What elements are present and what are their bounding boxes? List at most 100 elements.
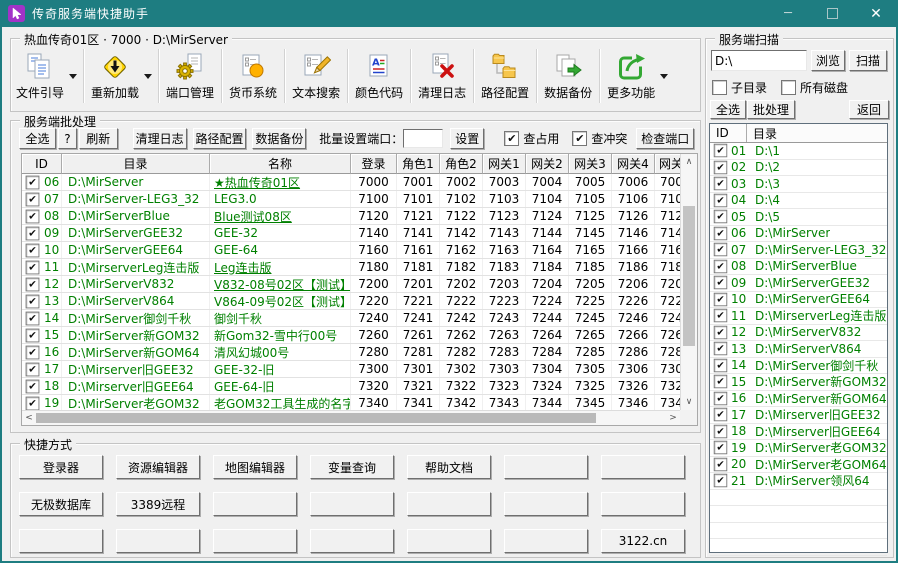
table-row[interactable]: ✔14D:\MirServer御剑千秋御剑千秋72407241724272437… <box>22 310 680 327</box>
row-checkbox[interactable]: ✔ <box>26 294 40 308</box>
scroll-right-icon[interactable]: > <box>668 411 678 425</box>
toolbar-button-backup[interactable]: 数据备份 <box>541 47 595 105</box>
table-row[interactable]: ✔17D:\Mirserver旧GEE32GEE-32-旧73007301730… <box>22 361 680 378</box>
shortcut-button-r1c4[interactable]: 变量查询 <box>310 455 394 479</box>
scroll-left-icon[interactable]: < <box>24 411 34 425</box>
all-disks-checkbox[interactable]: 所有磁盘 <box>781 79 848 96</box>
scan-list-item[interactable]: ✔15D:\MirServer新GOM32 <box>710 374 887 391</box>
row-checkbox[interactable]: ✔ <box>26 175 40 189</box>
vertical-scroll-thumb[interactable] <box>683 206 695 346</box>
row-checkbox[interactable]: ✔ <box>714 161 728 175</box>
row-checkbox[interactable]: ✔ <box>714 210 728 224</box>
row-checkbox[interactable]: ✔ <box>26 243 40 257</box>
table-row[interactable]: ✔15D:\MirServer新GOM32新Gom32-雪中行00号726072… <box>22 327 680 344</box>
check-conflict-checkbox[interactable]: ✔ 查冲突 <box>572 130 627 147</box>
row-checkbox[interactable]: ✔ <box>714 425 728 439</box>
shortcut-button-r3c3[interactable] <box>213 529 297 553</box>
toolbar-button-port-manage[interactable]: 端口管理 <box>163 47 217 105</box>
row-checkbox[interactable]: ✔ <box>714 144 728 158</box>
row-checkbox[interactable]: ✔ <box>714 276 728 290</box>
row-checkbox[interactable]: ✔ <box>26 396 40 410</box>
scan-list-item[interactable]: ✔11D:\MirserverLeg连击版 <box>710 308 887 325</box>
row-checkbox[interactable]: ✔ <box>26 226 40 240</box>
path-config-button[interactable]: 路径配置 <box>193 128 247 149</box>
row-checkbox[interactable]: ✔ <box>26 260 40 274</box>
toolbar-button-currency[interactable]: 货币系统 <box>226 47 280 105</box>
shortcut-button-r1c6[interactable] <box>504 455 588 479</box>
shortcut-button-r3c2[interactable] <box>116 529 200 553</box>
toolbar-button-reload[interactable]: 重新加载 <box>88 47 142 105</box>
scan-button[interactable]: 扫描 <box>849 50 887 71</box>
shortcut-button-r2c3[interactable] <box>213 492 297 516</box>
shortcut-button-r1c7[interactable] <box>601 455 685 479</box>
scan-list-item[interactable]: ✔20D:\MirServer老GOM64 <box>710 457 887 474</box>
scan-list-item[interactable]: ✔07D:\MirServer-LEG3_32 <box>710 242 887 259</box>
row-checkbox[interactable]: ✔ <box>714 194 728 208</box>
minimize-icon[interactable]: ─ <box>766 0 810 27</box>
row-checkbox[interactable]: ✔ <box>714 260 728 274</box>
scan-list-item[interactable]: ✔16D:\MirServer新GOM64 <box>710 391 887 408</box>
subdir-checkbox[interactable]: 子目录 <box>712 79 767 96</box>
maximize-icon[interactable] <box>810 0 854 27</box>
scan-list-item[interactable]: ✔01D:\1 <box>710 143 887 160</box>
row-checkbox[interactable]: ✔ <box>714 342 728 356</box>
table-row[interactable]: ✔07D:\MirServer-LEG3_32LEG3.071007101710… <box>22 191 680 208</box>
refresh-button[interactable]: 刷新 <box>79 128 118 149</box>
toolbar-button-clean-log[interactable]: 清理日志 <box>415 47 469 105</box>
row-checkbox[interactable]: ✔ <box>714 309 728 323</box>
horizontal-scrollbar[interactable]: < > <box>22 410 680 425</box>
row-checkbox[interactable]: ✔ <box>26 362 40 376</box>
browse-button[interactable]: 浏览 <box>811 50 845 71</box>
row-checkbox[interactable]: ✔ <box>26 192 40 206</box>
check-occupied-checkbox[interactable]: ✔ 查占用 <box>504 130 559 147</box>
shortcut-button-r3c7[interactable]: 3122.cn <box>601 529 685 553</box>
row-checkbox[interactable]: ✔ <box>714 293 728 307</box>
batch-port-input[interactable] <box>403 129 443 148</box>
table-row[interactable]: ✔08D:\MirServerBlueBlue测试08区712071217122… <box>22 208 680 225</box>
row-checkbox[interactable]: ✔ <box>714 227 728 241</box>
scan-batch-button[interactable]: 批处理 <box>747 100 795 119</box>
row-checkbox[interactable]: ✔ <box>26 277 40 291</box>
scan-list-item[interactable]: ✔02D:\2 <box>710 160 887 177</box>
row-checkbox[interactable]: ✔ <box>714 359 728 373</box>
select-all-button[interactable]: 全选 <box>19 128 56 149</box>
shortcut-button-r3c4[interactable] <box>310 529 394 553</box>
scan-list-item[interactable]: ✔08D:\MirServerBlue <box>710 259 887 276</box>
shortcut-button-r1c3[interactable]: 地图编辑器 <box>213 455 297 479</box>
row-checkbox[interactable]: ✔ <box>714 177 728 191</box>
row-checkbox[interactable]: ✔ <box>26 209 40 223</box>
row-checkbox[interactable]: ✔ <box>714 375 728 389</box>
scan-list-item[interactable]: ✔18D:\Mirserver旧GEE64 <box>710 424 887 441</box>
scroll-down-icon[interactable]: ∨ <box>681 396 697 408</box>
shortcut-button-r3c1[interactable] <box>19 529 103 553</box>
shortcut-button-r1c1[interactable]: 登录器 <box>19 455 103 479</box>
shortcut-button-r2c1[interactable]: 无极数据库 <box>19 492 103 516</box>
vertical-scrollbar[interactable]: ∧ ∨ <box>680 154 697 410</box>
toolbar-button-more[interactable]: 更多功能 <box>604 47 658 105</box>
table-row[interactable]: ✔10D:\MirServerGEE64GEE-6471607161716271… <box>22 242 680 259</box>
scan-select-all-button[interactable]: 全选 <box>710 100 746 119</box>
dropdown-arrow-icon[interactable] <box>658 47 670 105</box>
scan-list-item[interactable]: ✔04D:\4 <box>710 193 887 210</box>
set-port-button[interactable]: 设置 <box>450 128 484 149</box>
row-checkbox[interactable]: ✔ <box>714 441 728 455</box>
toolbar-button-file-guide[interactable]: 文件引导 <box>13 47 67 105</box>
backup-button[interactable]: 数据备份 <box>252 128 306 149</box>
table-row[interactable]: ✔09D:\MirServerGEE32GEE-3271407141714271… <box>22 225 680 242</box>
scan-path-input[interactable] <box>711 50 807 71</box>
scan-list-item[interactable]: ✔12D:\MirServerV832 <box>710 325 887 342</box>
toolbar-button-path-config[interactable]: 路径配置 <box>478 47 532 105</box>
scan-list-item[interactable]: ✔03D:\3 <box>710 176 887 193</box>
row-checkbox[interactable]: ✔ <box>26 328 40 342</box>
row-checkbox[interactable]: ✔ <box>714 243 728 257</box>
table-row[interactable]: ✔06D:\MirServer★热血传奇01区70007001700270037… <box>22 174 680 191</box>
shortcut-button-r3c6[interactable] <box>504 529 588 553</box>
shortcut-button-r1c5[interactable]: 帮助文档 <box>407 455 491 479</box>
table-row[interactable]: ✔11D:\MirserverLeg连击版Leg连击版7180718171827… <box>22 259 680 276</box>
row-checkbox[interactable]: ✔ <box>714 408 728 422</box>
scan-list-item[interactable]: ✔10D:\MirServerGEE64 <box>710 292 887 309</box>
shortcut-button-r2c5[interactable] <box>407 492 491 516</box>
row-checkbox[interactable]: ✔ <box>26 379 40 393</box>
scan-list-item[interactable]: ✔14D:\MirServer御剑千秋 <box>710 358 887 375</box>
shortcut-button-r2c4[interactable] <box>310 492 394 516</box>
